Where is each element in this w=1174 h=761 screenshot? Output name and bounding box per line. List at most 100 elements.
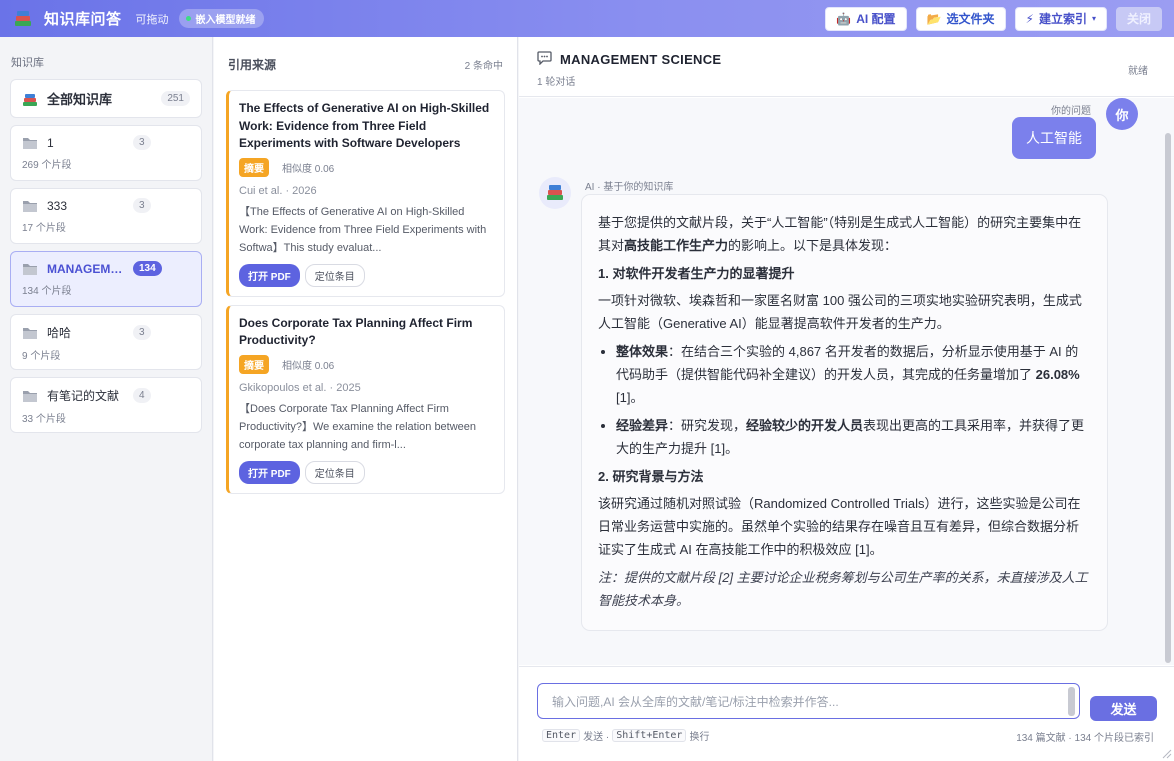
ai-config-button[interactable]: 🤖 AI 配置 (825, 6, 907, 31)
abstract-badge: 摘要 (239, 157, 269, 177)
kb-item-name: 333 (47, 198, 68, 213)
user-question-label: 你的问题 (1051, 106, 1091, 117)
kb-item-name: 全部知识库 (47, 92, 113, 107)
answer-intro: 基于您提供的文献片段，关于“人工智能”（特别是生成式人工智能）的研究主要集中在其… (598, 211, 1091, 257)
source-author: Cui et al. · 2026 (239, 184, 317, 197)
sources-header: 引用来源 2 条命中 (228, 56, 503, 73)
kb-item-count: 134 (133, 261, 162, 276)
source-card[interactable]: The Effects of Generative AI on High-Ski… (226, 90, 505, 297)
answer-bullets: 整体效果：在结合三个实验的 4,867 名开发者的数据后，分析显示使用基于 AI… (616, 340, 1091, 460)
locate-item-button[interactable]: 定位条目 (304, 263, 365, 287)
close-label: 关闭 (1126, 12, 1151, 26)
answer-bullet: 整体效果：在结合三个实验的 4,867 名开发者的数据后，分析显示使用基于 AI… (616, 340, 1091, 409)
question-input[interactable]: 输入问题,AI 会从全库的文献/笔记/标注中检索并作答... (537, 683, 1080, 719)
enter-key-hint: Enter (542, 729, 581, 742)
open-pdf-button[interactable]: 打开 PDF (239, 263, 300, 287)
kb-item-name: 哈哈 (47, 326, 72, 340)
chat-state: 就绪 (1128, 66, 1148, 77)
model-status-badge: 嵌入模型就绪 (178, 9, 264, 28)
knowledge-base-panel: 知识库 全部知识库 251 1 3 269 个片段 333 3 17 个片段 M… (0, 37, 213, 761)
chat-scroll-thumb[interactable] (1165, 133, 1171, 663)
keyboard-hints: Enter 发送 · Shift+Enter 换行 (542, 728, 709, 743)
chat-scrollbar[interactable] (1163, 98, 1171, 665)
source-excerpt: 【Does Corporate Tax Planning Affect Firm… (239, 402, 477, 451)
bullet-text: ：在结合三个实验的 4,867 名开发者的数据后，分析显示使用基于 AI 的代码… (616, 344, 1079, 382)
ai-avatar-books-icon (539, 177, 571, 209)
kb-item-count: 3 (133, 325, 151, 340)
answer-paragraph-2: 该研究通过随机对照试验（Randomized Controlled Trials… (598, 496, 1081, 557)
chevron-down-icon: ▾ (1091, 14, 1096, 23)
answer-intro-tail: 的影响上。以下是具体发现： (728, 238, 898, 253)
resize-grip-icon[interactable] (1162, 749, 1172, 759)
folder-icon (22, 262, 38, 276)
shift-enter-key-hint: Shift+Enter (612, 729, 687, 742)
source-card[interactable]: Does Corporate Tax Planning Affect Firm … (226, 304, 505, 494)
kb-item-segments: 9 个片段 (22, 351, 61, 362)
bullet-label: 整体效果 (616, 344, 669, 359)
bullet-ref: [1]。 (616, 390, 644, 405)
folder-icon: 📂 (926, 11, 942, 26)
sources-hit-count: 2 条命中 (464, 61, 503, 72)
chat-input-area: 输入问题,AI 会从全库的文献/笔记/标注中检索并作答... 发送 Enter … (519, 666, 1174, 761)
build-index-label: 建立索引 (1038, 12, 1087, 26)
kb-panel-title: 知识库 (11, 57, 44, 69)
robot-icon: 🤖 (836, 11, 852, 26)
kb-item-segments: 17 个片段 (22, 223, 66, 234)
kb-item-segments: 269 个片段 (22, 160, 72, 171)
user-message: 人工智能 (1012, 117, 1096, 159)
bullet-text: ：研究发现， (668, 418, 747, 433)
kb-item-annotated[interactable]: 有笔记的文献 4 33 个片段 (10, 377, 202, 433)
build-index-button[interactable]: ⚡ 建立索引 ▾ (1014, 6, 1107, 31)
source-excerpt: 【The Effects of Generative AI on High-Sk… (239, 205, 487, 254)
answer-intro-bold: 高技能工作生产力 (624, 238, 729, 253)
kb-item-1[interactable]: 1 3 269 个片段 (10, 125, 202, 181)
newline-hint: 换行 (689, 732, 710, 743)
locate-item-button[interactable]: 定位条目 (304, 460, 365, 484)
similarity-score: 相似度 0.06 (282, 163, 335, 175)
status-dot-icon (185, 16, 191, 21)
source-title: The Effects of Generative AI on High-Ski… (239, 101, 490, 150)
kb-item-all[interactable]: 全部知识库 251 (10, 79, 202, 118)
kb-item-management-science[interactable]: MANAGEME... 134 134 个片段 (10, 251, 202, 307)
open-pdf-button[interactable]: 打开 PDF (239, 460, 300, 484)
chat-title-row: MANAGEMENT SCIENCE (537, 51, 1156, 68)
drag-hint: 可拖动 (135, 13, 169, 26)
close-button[interactable]: 关闭 (1115, 6, 1162, 31)
answer-paragraph-1: 一项针对微软、埃森哲和一家匿名财富 100 强公司的三项实地实验研究表明，生成式… (598, 293, 1082, 331)
model-status-label: 嵌入模型就绪 (195, 15, 256, 26)
source-meta: 摘要 相似度 0.06 (239, 157, 494, 177)
source-meta: 摘要 相似度 0.06 (239, 354, 494, 374)
ai-message: 基于您提供的文献片段，关于“人工智能”（特别是生成式人工智能）的研究主要集中在其… (581, 194, 1108, 631)
books-icon (22, 92, 38, 106)
choose-folder-button[interactable]: 📂 选文件夹 (915, 6, 1006, 31)
send-button[interactable]: 发送 (1090, 696, 1157, 721)
folder-icon (22, 136, 38, 150)
user-avatar: 你 (1106, 98, 1138, 130)
kb-item-count: 251 (161, 91, 190, 106)
kb-item-count: 4 (133, 388, 151, 403)
kb-item-name: 1 (47, 135, 54, 150)
kb-item-haha[interactable]: 哈哈 3 9 个片段 (10, 314, 202, 370)
bullet-bold: 经验较少的开发人员 (746, 418, 864, 433)
answer-note-text: 注：提供的文献片段 [2] 主要讨论企业税务筹划与公司生产率的关系，未直接涉及人… (598, 570, 1088, 608)
source-actions: 打开 PDF 定位条目 (239, 460, 494, 484)
chat-title: MANAGEMENT SCIENCE (560, 52, 722, 67)
ai-config-label: AI 配置 (856, 12, 896, 26)
bullet-label: 经验差异 (616, 418, 669, 433)
kb-item-segments: 134 个片段 (22, 286, 72, 297)
source-actions: 打开 PDF 定位条目 (239, 263, 494, 287)
answer-note: 注：提供的文献片段 [2] 主要讨论企业税务筹划与公司生产率的关系，未直接涉及人… (598, 566, 1091, 612)
chat-panel: MANAGEMENT SCIENCE 1 轮对话 就绪 你的问题 你 人工智能 … (519, 37, 1174, 761)
kb-item-segments: 33 个片段 (22, 414, 66, 425)
kb-item-name: 有笔记的文献 (47, 389, 120, 403)
kb-item-count: 3 (133, 198, 151, 213)
chat-messages[interactable]: 你的问题 你 人工智能 AI · 基于你的知识库 基于您提供的文献片段，关于“人… (519, 98, 1174, 665)
chat-round-count: 1 轮对话 (537, 77, 576, 88)
sources-title: 引用来源 (228, 58, 277, 72)
abstract-badge: 摘要 (239, 354, 269, 374)
folder-icon (22, 326, 38, 340)
folder-icon (22, 199, 38, 213)
app-title: 知识库问答 (44, 11, 122, 28)
header-actions: 🤖 AI 配置 📂 选文件夹 ⚡ 建立索引 ▾ 关闭 (825, 6, 1162, 31)
kb-item-333[interactable]: 333 3 17 个片段 (10, 188, 202, 244)
